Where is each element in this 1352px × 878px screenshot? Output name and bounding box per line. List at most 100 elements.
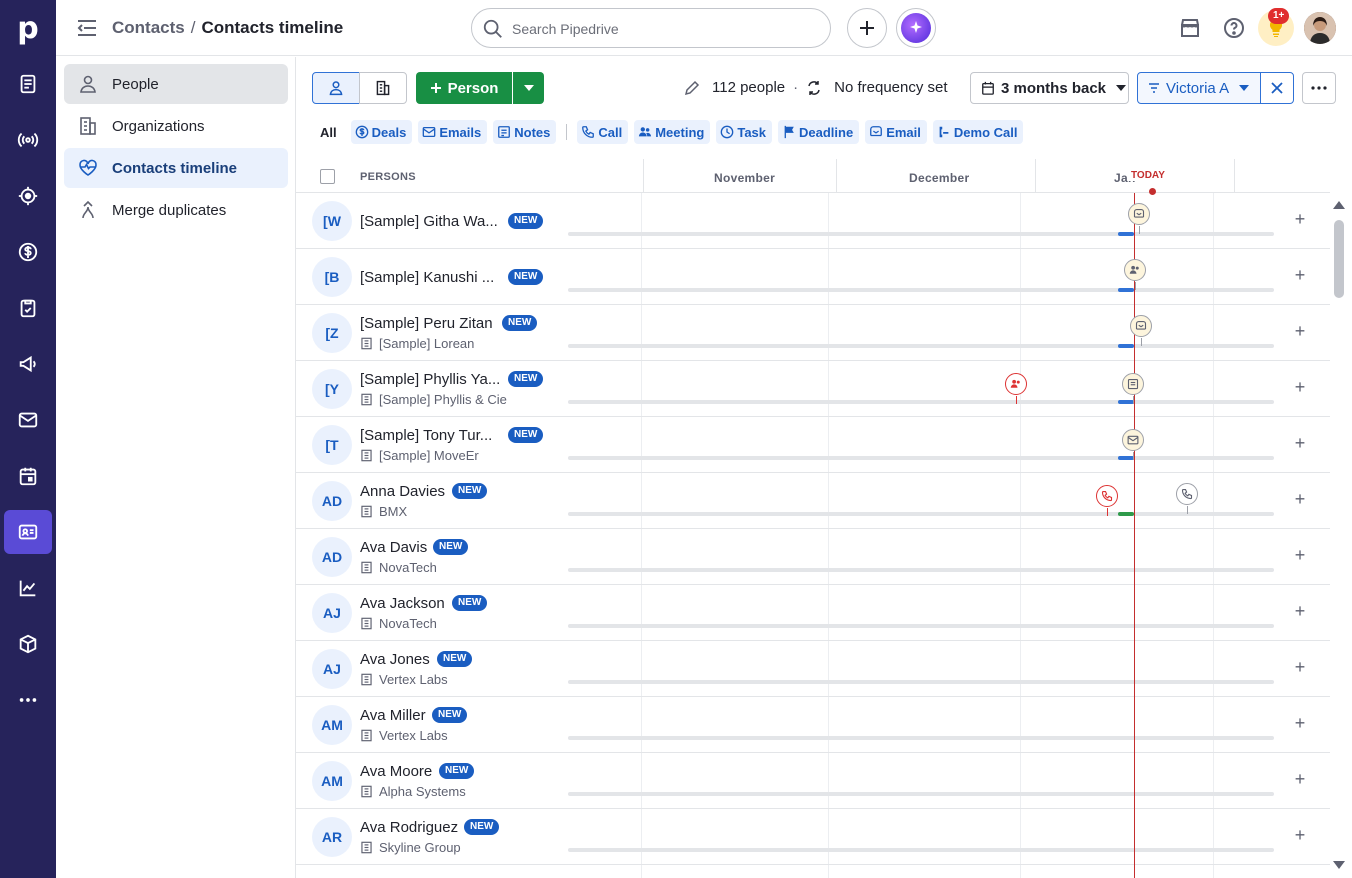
- table-row[interactable]: AM Ava Miller NEW Vertex Labs +: [296, 697, 1330, 753]
- chip-notes[interactable]: Notes: [493, 120, 557, 144]
- vertical-scrollbar[interactable]: [1332, 200, 1346, 870]
- person-name[interactable]: [Sample] Kanushi ...: [360, 269, 494, 286]
- organization-link[interactable]: NovaTech: [360, 560, 437, 575]
- add-activity-button[interactable]: +: [1290, 825, 1310, 845]
- more-options-button[interactable]: [1302, 72, 1336, 104]
- add-person-button[interactable]: Person: [416, 72, 512, 104]
- table-row[interactable]: AJ Ava Jackson NEW NovaTech +: [296, 585, 1330, 641]
- mail-activity-marker[interactable]: [1122, 429, 1144, 460]
- organization-link[interactable]: [Sample] Phyllis & Cie: [360, 392, 507, 407]
- table-row[interactable]: [B [Sample] Kanushi ... NEW +: [296, 249, 1330, 305]
- add-activity-button[interactable]: +: [1290, 713, 1310, 733]
- chip-deals[interactable]: Deals: [350, 120, 413, 144]
- person-name[interactable]: [Sample] Phyllis Ya...: [360, 371, 500, 388]
- person-name[interactable]: Ava Rodriguez: [360, 819, 458, 836]
- table-row[interactable]: AD Ava Davis NEW NovaTech +: [296, 529, 1330, 585]
- table-row[interactable]: [T [Sample] Tony Tur... NEW [Sample] Mov…: [296, 417, 1330, 473]
- person-name[interactable]: [Sample] Githa Wa...: [360, 213, 498, 230]
- chip-deadline[interactable]: Deadline: [778, 120, 860, 144]
- target-icon[interactable]: [4, 174, 52, 218]
- organization-link[interactable]: [Sample] MoveEr: [360, 448, 479, 463]
- pipedrive-logo[interactable]: p: [0, 0, 56, 56]
- table-row[interactable]: AD Anna Davies NEW BMX +: [296, 473, 1330, 529]
- view-organizations-toggle[interactable]: [359, 72, 407, 104]
- more-dots-icon[interactable]: [4, 678, 52, 722]
- owner-filter-dropdown[interactable]: Victoria A: [1137, 72, 1261, 104]
- add-activity-button[interactable]: +: [1290, 321, 1310, 341]
- person-name[interactable]: Ava Davis: [360, 539, 427, 556]
- broadcast-icon[interactable]: [4, 118, 52, 162]
- meeting-activity-marker[interactable]: [1124, 259, 1146, 290]
- frequency-cycle-icon[interactable]: [806, 80, 822, 96]
- person-name[interactable]: Ava Moore: [360, 763, 432, 780]
- organization-link[interactable]: Skyline Group: [360, 840, 461, 855]
- add-person-dropdown[interactable]: [513, 72, 544, 104]
- note-activity-marker[interactable]: [1122, 373, 1144, 404]
- add-activity-button[interactable]: +: [1290, 769, 1310, 789]
- chip-task[interactable]: Task: [716, 120, 773, 144]
- leads-icon[interactable]: [4, 62, 52, 106]
- person-name[interactable]: Ava Miller: [360, 707, 426, 724]
- chip-emails[interactable]: Emails: [418, 120, 488, 144]
- sidebar-item-contacts-timeline[interactable]: Contacts timeline: [64, 148, 288, 188]
- table-row[interactable]: AJ Ava Jones NEW Vertex Labs +: [296, 641, 1330, 697]
- scroll-down-arrow-icon[interactable]: [1332, 860, 1346, 870]
- campaigns-megaphone-icon[interactable]: [4, 342, 52, 386]
- overdue-meeting-marker[interactable]: [1005, 373, 1027, 404]
- tasks-clipboard-icon[interactable]: [4, 286, 52, 330]
- email-activity-marker[interactable]: [1130, 315, 1152, 346]
- insights-chart-icon[interactable]: [4, 566, 52, 610]
- organization-link[interactable]: Vertex Labs: [360, 728, 448, 743]
- sidebar-item-people[interactable]: People: [64, 64, 288, 104]
- table-row[interactable]: [Z [Sample] Peru Zitan NEW [Sample] Lore…: [296, 305, 1330, 361]
- deals-dollar-icon[interactable]: [4, 230, 52, 274]
- sidebar-item-merge-duplicates[interactable]: Merge duplicates: [64, 190, 288, 230]
- table-row[interactable]: [W [Sample] Githa Wa... NEW +: [296, 193, 1330, 249]
- add-activity-button[interactable]: +: [1290, 489, 1310, 509]
- search-box[interactable]: [471, 8, 831, 48]
- add-activity-button[interactable]: +: [1290, 433, 1310, 453]
- add-activity-button[interactable]: +: [1290, 601, 1310, 621]
- sidebar-item-organizations[interactable]: Organizations: [64, 106, 288, 146]
- organization-link[interactable]: NovaTech: [360, 616, 437, 631]
- marketplace-icon[interactable]: [1178, 16, 1202, 40]
- table-row[interactable]: AR Ava Rodriguez NEW Skyline Group +: [296, 809, 1330, 865]
- select-all-checkbox[interactable]: [320, 169, 335, 184]
- chip-meeting[interactable]: Meeting: [634, 120, 711, 144]
- planned-call-marker[interactable]: [1176, 483, 1198, 514]
- quick-add-button[interactable]: [847, 8, 887, 48]
- add-activity-button[interactable]: +: [1290, 545, 1310, 565]
- user-avatar[interactable]: [1304, 12, 1336, 44]
- calendar-icon[interactable]: [4, 454, 52, 498]
- scroll-up-arrow-icon[interactable]: [1332, 200, 1346, 210]
- search-input[interactable]: [512, 18, 812, 40]
- edit-pencil-icon[interactable]: [684, 80, 700, 96]
- chip-call[interactable]: Call: [577, 120, 629, 144]
- breadcrumb-contacts[interactable]: Contacts: [112, 18, 185, 37]
- chip-all[interactable]: All: [312, 120, 345, 144]
- person-name[interactable]: [Sample] Tony Tur...: [360, 427, 492, 444]
- help-icon[interactable]: [1222, 16, 1246, 40]
- collapse-menu-icon[interactable]: [76, 18, 98, 38]
- contacts-card-icon[interactable]: [4, 510, 52, 554]
- organization-link[interactable]: [Sample] Lorean: [360, 336, 474, 351]
- add-activity-button[interactable]: +: [1290, 377, 1310, 397]
- person-name[interactable]: Ava Jackson: [360, 595, 445, 612]
- frequency-label[interactable]: No frequency set: [834, 79, 947, 96]
- products-box-icon[interactable]: [4, 622, 52, 666]
- add-activity-button[interactable]: +: [1290, 209, 1310, 229]
- person-name[interactable]: Anna Davies: [360, 483, 445, 500]
- person-name[interactable]: [Sample] Peru Zitan: [360, 315, 493, 332]
- view-people-toggle[interactable]: [312, 72, 360, 104]
- table-row[interactable]: [Y [Sample] Phyllis Ya... NEW [Sample] P…: [296, 361, 1330, 417]
- person-name[interactable]: Ava Jones: [360, 651, 430, 668]
- chip-email[interactable]: Email: [865, 120, 927, 144]
- organization-link[interactable]: Vertex Labs: [360, 672, 448, 687]
- organization-link[interactable]: BMX: [360, 504, 407, 519]
- add-activity-button[interactable]: +: [1290, 657, 1310, 677]
- mail-icon[interactable]: [4, 398, 52, 442]
- scrollbar-thumb[interactable]: [1334, 220, 1344, 298]
- organization-link[interactable]: Alpha Systems: [360, 784, 466, 799]
- clear-filter-button[interactable]: [1260, 72, 1294, 104]
- email-activity-marker[interactable]: [1128, 203, 1150, 234]
